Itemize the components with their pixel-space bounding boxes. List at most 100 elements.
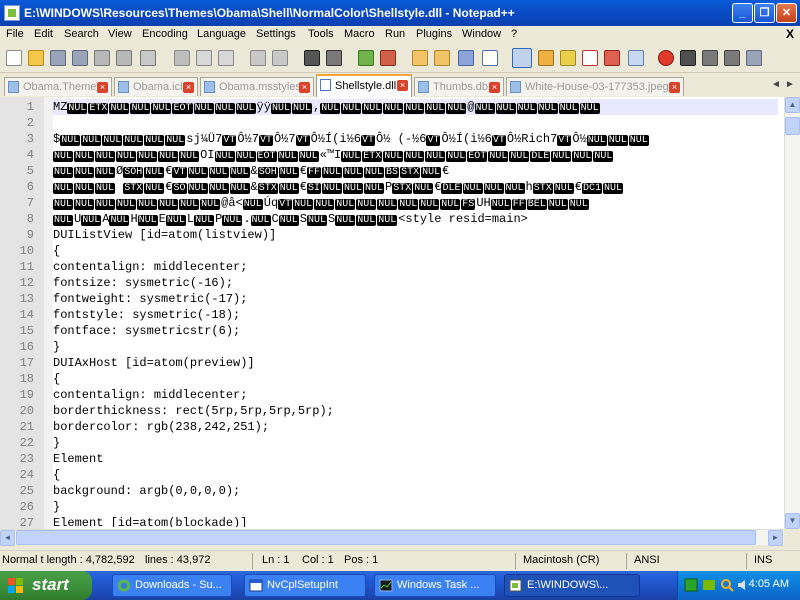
code-area[interactable]: MZNUL ETX NUL NUL NUL EOT NUL NUL NUL ÿÿNUL NUL ,NU…	[53, 99, 778, 527]
task-downloads[interactable]: Downloads - Su...	[112, 574, 232, 597]
menu-encoding[interactable]: Encoding	[142, 28, 188, 40]
zoom-in-icon[interactable]	[358, 50, 374, 66]
restore-button[interactable]: ❐	[754, 3, 775, 23]
copy-icon[interactable]	[196, 50, 212, 66]
task-nvcplsetupint[interactable]: NvCplSetupInt	[244, 574, 366, 597]
monitor-icon[interactable]	[628, 50, 644, 66]
save-all-icon[interactable]	[72, 50, 88, 66]
run-macro-multiple-icon[interactable]	[724, 50, 740, 66]
tab-obama-theme[interactable]: Obama.Theme ×	[4, 77, 112, 96]
nvidia-icon[interactable]	[702, 578, 716, 592]
clock[interactable]: 4:05 AM	[749, 578, 789, 590]
tab-white-house-jpeg[interactable]: White-House-03-177353.jpeg ×	[506, 77, 684, 96]
close-icon[interactable]	[94, 50, 110, 66]
user-lang-icon[interactable]	[538, 50, 554, 66]
control-char-token: NUL	[425, 103, 446, 114]
control-char-token: NUL	[53, 183, 74, 194]
vertical-scroll-thumb[interactable]	[785, 117, 800, 135]
tab-close-icon[interactable]: ×	[299, 82, 310, 93]
undo-icon[interactable]	[250, 50, 266, 66]
horizontal-scroll-thumb[interactable]	[16, 530, 756, 545]
redo-icon[interactable]	[272, 50, 288, 66]
word-wrap-icon[interactable]	[458, 50, 474, 66]
tab-shellstyle-dll[interactable]: Shellstyle.dll ×	[316, 74, 412, 97]
doc-map-icon[interactable]	[560, 50, 576, 66]
indent-guide-icon[interactable]	[512, 48, 532, 68]
zoom-out-icon[interactable]	[380, 50, 396, 66]
control-char-token: NUL	[314, 199, 335, 210]
system-tray: 4:05 AM	[677, 571, 800, 600]
stop-record-icon[interactable]	[680, 50, 696, 66]
control-char-token: NUL	[95, 151, 116, 162]
new-file-icon[interactable]	[6, 50, 22, 66]
menu-plugins[interactable]: Plugins	[416, 28, 452, 40]
status-encoding: ANSI	[634, 554, 660, 566]
menu-tools[interactable]: Tools	[308, 28, 334, 40]
find-icon[interactable]	[304, 50, 320, 66]
menu-edit[interactable]: Edit	[34, 28, 53, 40]
scroll-up-icon[interactable]: ▲	[785, 97, 800, 113]
tab-obama-msstyles[interactable]: Obama.msstyles ×	[200, 77, 314, 96]
menu-macro[interactable]: Macro	[344, 28, 375, 40]
control-char-token: NUL	[462, 183, 483, 194]
replace-icon[interactable]	[326, 50, 342, 66]
print-icon[interactable]	[140, 50, 156, 66]
code-text: Element	[53, 452, 104, 466]
menu-window[interactable]: Window	[462, 28, 501, 40]
tab-close-icon[interactable]: ×	[669, 82, 680, 93]
menu-settings[interactable]: Settings	[256, 28, 296, 40]
sync-v-icon[interactable]	[412, 50, 428, 66]
control-char-token: NUL	[158, 151, 179, 162]
horizontal-scrollbar[interactable]: ◄ ►	[0, 529, 784, 546]
tab-close-icon[interactable]: ×	[183, 82, 194, 93]
task-notepad-plus-plus[interactable]: E:\WINDOWS\...	[504, 574, 640, 597]
menu-help[interactable]: ?	[511, 28, 517, 40]
tab-close-icon[interactable]: ×	[397, 80, 408, 91]
show-all-chars-icon[interactable]	[482, 50, 498, 66]
sync-h-icon[interactable]	[434, 50, 450, 66]
menu-view[interactable]: View	[108, 28, 132, 40]
line-number: 25	[19, 484, 34, 498]
tab-close-icon[interactable]: ×	[97, 82, 108, 93]
tab-obama-icl[interactable]: Obama.icl ×	[114, 77, 198, 96]
scroll-down-icon[interactable]: ▼	[785, 513, 800, 529]
code-text: h	[525, 180, 533, 194]
vertical-scrollbar[interactable]: ▲ ▼	[784, 97, 800, 529]
minimize-button[interactable]: _	[732, 3, 753, 23]
menu-file[interactable]: File	[6, 28, 24, 40]
title-bar[interactable]: E:\WINDOWS\Resources\Themes\Obama\Shell\…	[0, 0, 800, 26]
close-window-button[interactable]: ✕	[776, 3, 797, 23]
tab-close-icon[interactable]: ×	[489, 82, 500, 93]
save-macro-icon[interactable]	[746, 50, 762, 66]
task-windows-task-manager[interactable]: Windows Task ...	[374, 574, 496, 597]
control-char-token: NUL	[335, 199, 356, 210]
scroll-right-icon[interactable]: ►	[768, 530, 783, 546]
folder-workspace-icon[interactable]	[604, 50, 620, 66]
status-pos: Pos : 1	[344, 554, 379, 566]
control-char-token: VT	[295, 135, 310, 146]
tab-scroll-left-icon[interactable]: ◄	[770, 79, 782, 91]
close-all-icon[interactable]	[116, 50, 132, 66]
menu-run[interactable]: Run	[385, 28, 405, 40]
fold-margin[interactable]	[44, 97, 53, 529]
open-file-icon[interactable]	[28, 50, 44, 66]
control-char-token: NUL	[270, 103, 291, 114]
tab-thumbs-db[interactable]: Thumbs.db ×	[414, 77, 504, 96]
green-square-icon[interactable]	[684, 578, 698, 592]
tab-scroll-right-icon[interactable]: ►	[784, 79, 796, 91]
menu-language[interactable]: Language	[197, 28, 246, 40]
cut-icon[interactable]	[174, 50, 190, 66]
status-ln: Ln : 1	[262, 554, 290, 566]
scroll-left-icon[interactable]: ◄	[0, 530, 15, 546]
play-macro-icon[interactable]	[702, 50, 718, 66]
function-list-icon[interactable]	[582, 50, 598, 66]
menu-search[interactable]: Search	[64, 28, 99, 40]
paste-icon[interactable]	[218, 50, 234, 66]
close-document-button[interactable]: X	[786, 27, 794, 41]
editor[interactable]: MZNUL ETX NUL NUL NUL EOT NUL NUL NUL ÿÿNUL NUL ,NU…	[0, 97, 800, 529]
save-icon[interactable]	[50, 50, 66, 66]
search-icon[interactable]	[720, 578, 734, 592]
control-char-token: NUL	[144, 167, 165, 178]
start-button[interactable]: start	[0, 571, 92, 600]
record-macro-icon[interactable]	[658, 50, 674, 66]
